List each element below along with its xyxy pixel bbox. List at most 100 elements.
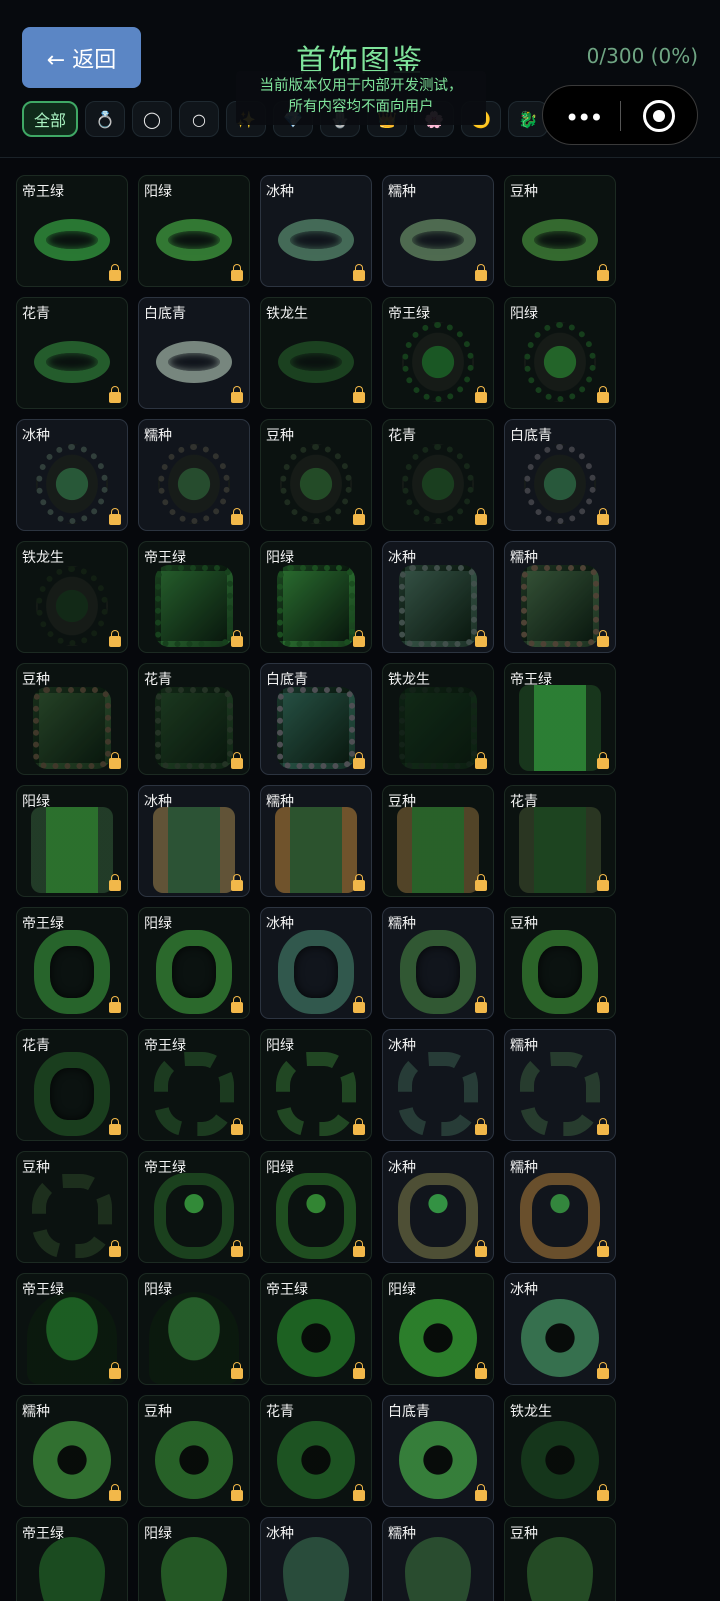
jewelry-card[interactable]: 花青 — [16, 297, 128, 409]
jade-square-image — [155, 564, 233, 647]
filter-chip-bracelet-icon[interactable]: ◯ — [132, 101, 172, 137]
jewelry-card-label: 糯种 — [388, 916, 416, 932]
jewelry-card[interactable]: 帝王绿 — [16, 1517, 128, 1601]
jewelry-card[interactable]: 帝王绿 — [16, 1273, 128, 1385]
jewelry-card[interactable]: 白底青 — [260, 663, 372, 775]
jade-square-image — [33, 686, 111, 769]
jewelry-card[interactable]: 冰种 — [260, 1517, 372, 1601]
jewelry-card[interactable]: 帝王绿 — [138, 1151, 250, 1263]
jewelry-card[interactable]: 帝王绿 — [16, 907, 128, 1019]
jewelry-card[interactable]: 帝王绿 — [382, 297, 494, 409]
jewelry-card[interactable]: 糯种 — [382, 175, 494, 287]
jade-dragon-image — [520, 1051, 600, 1136]
jewelry-card-label: 阳绿 — [22, 794, 50, 810]
jewelry-card[interactable]: 豆种 — [504, 1517, 616, 1601]
jewelry-card[interactable]: 铁龙生 — [260, 297, 372, 409]
jewelry-card[interactable]: 阳绿 — [138, 175, 250, 287]
jewelry-card[interactable]: 白底青 — [504, 419, 616, 531]
jewelry-card[interactable]: 阳绿 — [138, 907, 250, 1019]
jewelry-card[interactable]: 豆种 — [260, 419, 372, 531]
jewelry-card[interactable]: 阳绿 — [260, 1151, 372, 1263]
lock-icon — [353, 630, 365, 647]
jewelry-card[interactable]: 花青 — [138, 663, 250, 775]
filter-chip-all[interactable]: 全部 — [22, 101, 78, 137]
jewelry-card[interactable]: 阳绿 — [16, 785, 128, 897]
jewelry-card-label: 白底青 — [144, 306, 186, 322]
jewelry-card[interactable]: 豆种 — [504, 907, 616, 1019]
lock-icon — [475, 386, 487, 403]
jewelry-card[interactable]: 花青 — [16, 1029, 128, 1141]
lock-icon — [353, 752, 365, 769]
jewelry-card[interactable]: 糯种 — [138, 419, 250, 531]
jewelry-card[interactable]: 铁龙生 — [382, 663, 494, 775]
jewelry-card[interactable]: 阳绿 — [138, 1273, 250, 1385]
jade-band-image — [34, 929, 110, 1014]
jewelry-card[interactable]: 冰种 — [138, 785, 250, 897]
jewelry-card[interactable]: 铁龙生 — [16, 541, 128, 653]
jade-disc-image — [155, 1420, 233, 1499]
lock-icon — [231, 1484, 243, 1501]
jewelry-card[interactable]: 铁龙生 — [504, 1395, 616, 1507]
jewelry-card[interactable]: 阳绿 — [260, 541, 372, 653]
lock-icon — [597, 1240, 609, 1257]
jewelry-card[interactable]: 冰种 — [382, 541, 494, 653]
jewelry-card[interactable]: 糯种 — [382, 1517, 494, 1601]
jewelry-card[interactable]: 阳绿 — [382, 1273, 494, 1385]
jewelry-card[interactable]: 冰种 — [260, 175, 372, 287]
jewelry-card[interactable]: 豆种 — [382, 785, 494, 897]
jewelry-card[interactable]: 豆种 — [138, 1395, 250, 1507]
jewelry-card[interactable]: 帝王绿 — [138, 1029, 250, 1141]
jade-drop-image — [283, 1536, 349, 1601]
jewelry-card[interactable]: 阳绿 — [138, 1517, 250, 1601]
lock-icon — [475, 1240, 487, 1257]
jewelry-card[interactable]: 冰种 — [16, 419, 128, 531]
jade-square-image — [521, 564, 599, 647]
jewelry-card[interactable]: 糯种 — [16, 1395, 128, 1507]
more-icon[interactable]: ••• — [565, 104, 603, 132]
jewelry-card[interactable]: 阳绿 — [504, 297, 616, 409]
jewelry-card[interactable]: 糯种 — [504, 1151, 616, 1263]
jewelry-card[interactable]: 白底青 — [138, 297, 250, 409]
jewelry-card[interactable]: 糯种 — [504, 1029, 616, 1141]
jewelry-card[interactable]: 帝王绿 — [260, 1273, 372, 1385]
jade-oval-image — [402, 321, 474, 402]
lock-icon — [353, 386, 365, 403]
jewelry-card[interactable]: 糯种 — [504, 541, 616, 653]
jewelry-card[interactable]: 冰种 — [382, 1151, 494, 1263]
collection-progress: 0/300 (0%) — [586, 44, 698, 68]
close-mini-program-icon[interactable] — [643, 100, 675, 132]
jewelry-card[interactable]: 豆种 — [16, 663, 128, 775]
filter-chip-circle-icon[interactable]: ○ — [179, 101, 219, 137]
jewelry-card[interactable]: 帝王绿 — [138, 541, 250, 653]
jewelry-card-label: 帝王绿 — [22, 1282, 64, 1298]
jewelry-card[interactable]: 豆种 — [16, 1151, 128, 1263]
lock-icon — [109, 752, 121, 769]
lock-icon — [109, 874, 121, 891]
jewelry-card[interactable]: 糯种 — [382, 907, 494, 1019]
jewelry-card[interactable]: 帝王绿 — [16, 175, 128, 287]
jewelry-card[interactable]: 花青 — [382, 419, 494, 531]
lock-icon — [109, 386, 121, 403]
jewelry-card[interactable]: 白底青 — [382, 1395, 494, 1507]
jewelry-card[interactable]: 冰种 — [504, 1273, 616, 1385]
jewelry-card-label: 阳绿 — [144, 916, 172, 932]
filter-chip-ring-icon[interactable]: 💍 — [85, 101, 125, 137]
jade-oval-image — [524, 321, 596, 402]
lock-icon — [475, 996, 487, 1013]
jewelry-card[interactable]: 花青 — [504, 785, 616, 897]
jewelry-card[interactable]: 花青 — [260, 1395, 372, 1507]
jewelry-card-label: 花青 — [22, 306, 50, 322]
jewelry-card[interactable]: 冰种 — [260, 907, 372, 1019]
jewelry-card[interactable]: 阳绿 — [260, 1029, 372, 1141]
jewelry-card[interactable]: 糯种 — [260, 785, 372, 897]
jade-oval-image — [280, 443, 352, 524]
jade-dragon-image — [398, 1051, 478, 1136]
jewelry-card[interactable]: 冰种 — [382, 1029, 494, 1141]
jewelry-card-label: 花青 — [510, 794, 538, 810]
jewelry-card-label: 铁龙生 — [266, 306, 308, 322]
jewelry-card[interactable]: 豆种 — [504, 175, 616, 287]
lock-icon — [109, 630, 121, 647]
jewelry-card-label: 冰种 — [388, 1160, 416, 1176]
bracelet-icon: ◯ — [143, 109, 161, 129]
jewelry-card[interactable]: 帝王绿 — [504, 663, 616, 775]
